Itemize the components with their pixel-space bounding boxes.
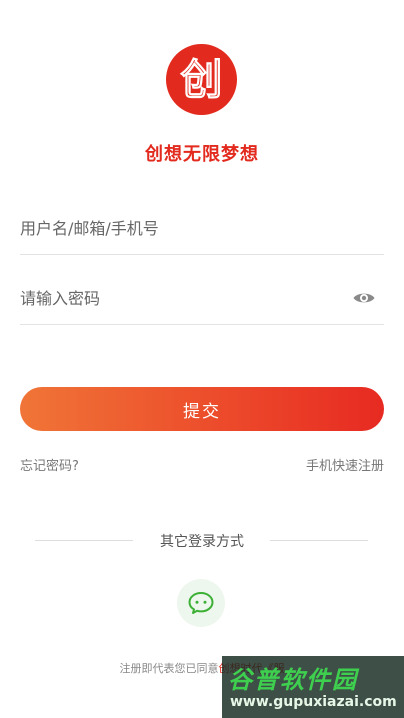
agreement-text: 注册即代表您已同意创想时代《服 — [0, 660, 404, 676]
agreement-prefix: 注册即代表您已同意 — [119, 662, 219, 675]
wechat-login-button[interactable] — [177, 579, 225, 627]
logo-glyph: 创 — [179, 54, 223, 105]
username-field — [20, 202, 384, 255]
phone-register-link[interactable]: 手机快速注册 — [306, 455, 384, 474]
app-slogan: 创想无限梦想 — [145, 144, 259, 165]
forgot-password-link[interactable]: 忘记密码? — [20, 455, 79, 474]
username-input[interactable] — [20, 218, 340, 238]
wechat-icon — [188, 592, 214, 614]
logo-text: 创 — [180, 55, 222, 104]
submit-button[interactable]: 提交 — [20, 387, 384, 431]
watermark-url: www.gupuxiazai.com — [230, 694, 397, 710]
password-field — [20, 272, 384, 325]
agreement-link[interactable]: 创想时代《服 — [219, 662, 285, 675]
divider-right — [270, 540, 368, 541]
password-input[interactable] — [20, 288, 340, 308]
other-login-label: 其它登录方式 — [160, 534, 244, 550]
eye-icon[interactable] — [352, 286, 376, 310]
app-logo: 创 — [166, 44, 237, 115]
